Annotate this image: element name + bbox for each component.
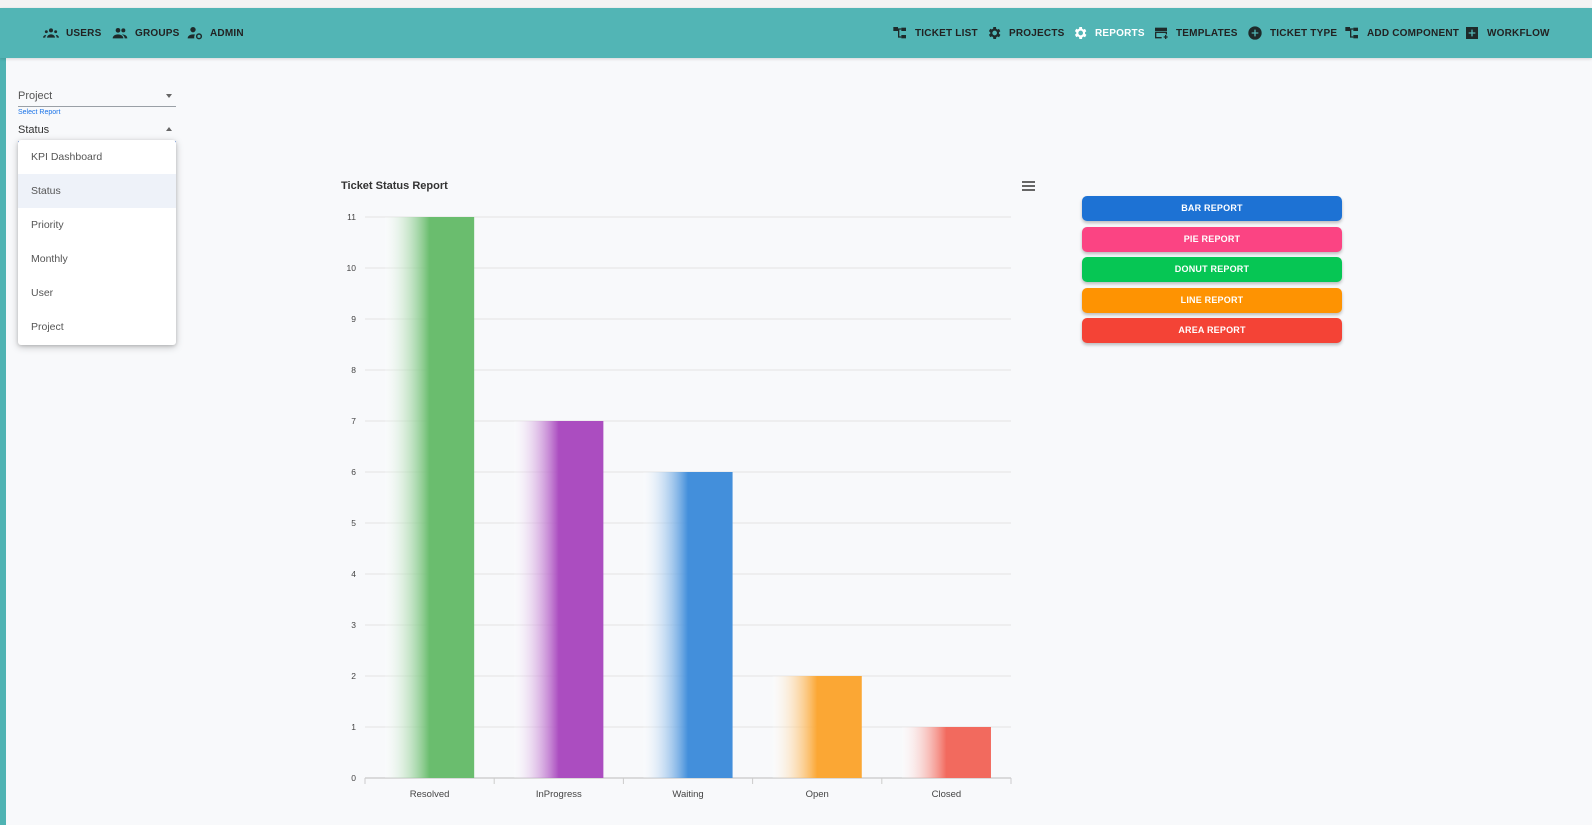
y-tick-label: 0: [351, 773, 356, 783]
hierarchy-icon: [893, 27, 906, 39]
nav-users[interactable]: USERS: [43, 8, 101, 58]
nav-projects-label: PROJECTS: [1009, 27, 1065, 39]
y-tick-label: 8: [351, 365, 356, 375]
x-category-label: Closed: [932, 789, 962, 800]
report-select-value: Status: [18, 124, 50, 136]
report-select[interactable]: Select Report Status: [18, 108, 176, 143]
y-tick-label: 10: [347, 263, 357, 273]
report-dropdown-menu: KPI Dashboard Status Priority Monthly Us…: [18, 140, 176, 345]
dropdown-option[interactable]: Project: [18, 310, 176, 344]
groups-icon: [112, 28, 128, 39]
gear-icon: [988, 27, 1001, 39]
y-tick-label: 3: [351, 620, 356, 630]
top-navbar: USERS GROUPS ADMIN TICKET LIST PROJECTS …: [0, 8, 1592, 58]
nav-ticket-list[interactable]: TICKET LIST: [892, 8, 978, 58]
bar-resolved: [385, 217, 475, 778]
dropdown-option[interactable]: KPI Dashboard: [18, 140, 176, 174]
nav-templates-label: TEMPLATES: [1176, 27, 1238, 39]
users-group-icon: [43, 28, 59, 38]
chevron-down-icon: [166, 94, 172, 98]
y-tick-label: 5: [351, 518, 356, 528]
bar-inprogress: [514, 421, 604, 778]
dropdown-option[interactable]: User: [18, 276, 176, 310]
nav-users-label: USERS: [66, 27, 102, 39]
y-tick-label: 1: [351, 722, 356, 732]
gear-icon: [1074, 27, 1087, 39]
nav-groups[interactable]: GROUPS: [112, 8, 180, 58]
nav-projects[interactable]: PROJECTS: [986, 8, 1065, 58]
hamburger-menu-icon[interactable]: [1022, 181, 1035, 192]
y-tick-label: 7: [351, 416, 356, 426]
nav-add-component[interactable]: ADD COMPONENT: [1344, 8, 1459, 58]
x-category-label: Open: [806, 789, 829, 800]
x-category-label: Waiting: [672, 789, 703, 800]
nav-add-component-label: ADD COMPONENT: [1367, 27, 1460, 39]
nav-admin-label: ADMIN: [210, 27, 244, 39]
y-tick-label: 4: [351, 569, 356, 579]
admin-gear-user-icon: [187, 27, 203, 40]
dropdown-option[interactable]: Monthly: [18, 242, 176, 276]
project-select-value: Project: [18, 90, 53, 102]
y-tick-label: 2: [351, 671, 356, 681]
nav-templates[interactable]: TEMPLATES: [1153, 8, 1238, 58]
x-category-label: InProgress: [536, 789, 582, 800]
dropdown-option[interactable]: Priority: [18, 208, 176, 242]
bar-report-button[interactable]: BAR REPORT: [1082, 196, 1342, 221]
nav-ticket-type-label: TICKET TYPE: [1270, 27, 1338, 39]
ticket-status-chart: 0 1 2 3 4 5 6 7 8 9 10 11 Resolved InProgress Waiting O…: [347, 212, 1012, 800]
add-box-icon: [1466, 27, 1478, 39]
line-report-button[interactable]: LINE REPORT: [1082, 288, 1342, 313]
top-strip: [0, 0, 1592, 8]
chevron-up-icon: [166, 127, 172, 131]
nav-admin[interactable]: ADMIN: [187, 8, 244, 58]
area-report-button[interactable]: AREA REPORT: [1082, 318, 1342, 343]
bar-open: [772, 676, 862, 778]
nav-ticket-type[interactable]: TICKET TYPE: [1247, 8, 1337, 58]
left-edge-bar: [0, 8, 6, 825]
pie-report-button[interactable]: PIE REPORT: [1082, 227, 1342, 252]
nav-ticket-list-label: TICKET LIST: [915, 27, 978, 39]
bar-waiting: [643, 472, 733, 778]
y-tick-label: 6: [351, 467, 356, 477]
project-select[interactable]: Project: [18, 88, 176, 107]
report-select-label: Select Report: [18, 109, 61, 116]
nav-groups-label: GROUPS: [135, 27, 180, 39]
add-circle-icon: [1248, 26, 1262, 40]
nav-reports-label: REPORTS: [1095, 27, 1145, 39]
card-plus-icon: [1155, 27, 1168, 39]
dropdown-option-selected[interactable]: Status: [18, 174, 176, 208]
nav-workflow[interactable]: WORKFLOW: [1464, 8, 1550, 58]
hierarchy-icon: [1345, 27, 1358, 39]
nav-workflow-label: WORKFLOW: [1487, 27, 1550, 39]
bar-closed: [901, 727, 991, 778]
x-category-label: Resolved: [410, 789, 450, 800]
y-tick-label: 11: [347, 212, 356, 222]
donut-report-button[interactable]: DONUT REPORT: [1082, 257, 1342, 282]
y-tick-label: 9: [351, 314, 356, 324]
nav-reports[interactable]: REPORTS: [1072, 8, 1145, 58]
chart-title: Ticket Status Report: [341, 180, 448, 192]
